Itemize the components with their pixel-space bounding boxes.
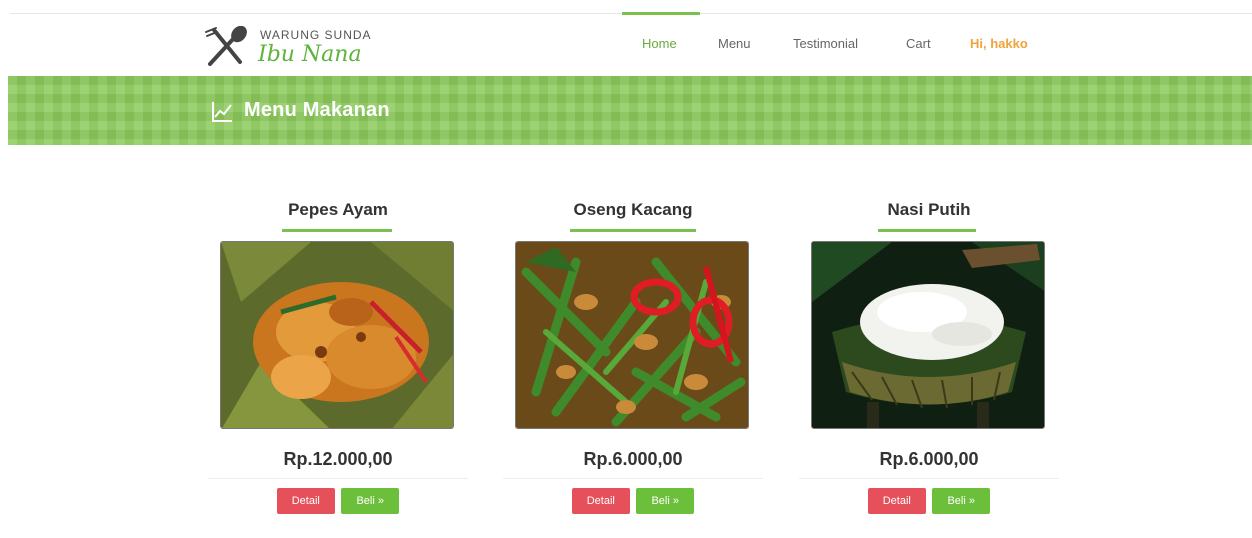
chart-line-icon [212,102,232,122]
product-actions: Detail Beli » [799,488,1059,514]
product-name: Nasi Putih [887,200,971,219]
name-underline [878,229,976,232]
price-divider [503,478,763,479]
product-actions: Detail Beli » [208,488,468,514]
product-price: Rp.6.000,00 [583,449,683,469]
nav-user-greeting[interactable]: Hi, hakko [970,36,1028,51]
name-underline [570,229,696,232]
main-nav: Home Menu Testimonial Cart Hi, hakko [0,12,1252,76]
nasi-putih-photo [812,242,1044,428]
site-header: WARUNG SUNDA Ibu Nana Home Menu Testimon… [0,12,1252,76]
product-price: Rp.12.000,00 [283,449,393,469]
buy-button[interactable]: Beli » [636,488,695,514]
nav-testimonial[interactable]: Testimonial [793,36,858,51]
nav-menu[interactable]: Menu [718,36,751,51]
detail-button[interactable]: Detail [867,488,926,514]
price-divider [799,478,1059,479]
detail-button[interactable]: Detail [571,488,630,514]
product-image[interactable] [515,241,749,429]
product-image[interactable] [811,241,1045,429]
nav-home[interactable]: Home [642,36,677,51]
product-card: Nasi Putih Rp.6.000,00 Detail Beli » [799,195,1059,525]
nav-cart[interactable]: Cart [906,36,931,51]
buy-button[interactable]: Beli » [341,488,400,514]
product-image[interactable] [220,241,454,429]
price-divider [208,478,468,479]
buy-button[interactable]: Beli » [932,488,991,514]
name-underline [282,229,392,232]
product-card: Pepes Ayam Rp.12.000,00 Detail Beli » [208,195,468,525]
product-price: Rp.6.000,00 [879,449,979,469]
product-card: Oseng Kacang Rp.6.000,00 Detail Beli » [503,195,763,525]
page-banner: Menu Makanan [8,76,1252,145]
detail-button[interactable]: Detail [276,488,335,514]
product-name: Pepes Ayam [288,200,388,219]
oseng-kacang-photo [516,242,748,428]
page-title: Menu Makanan [244,99,390,121]
nav-active-indicator [622,12,700,15]
product-actions: Detail Beli » [503,488,763,514]
product-name: Oseng Kacang [573,200,693,219]
pepes-ayam-photo [221,242,453,428]
